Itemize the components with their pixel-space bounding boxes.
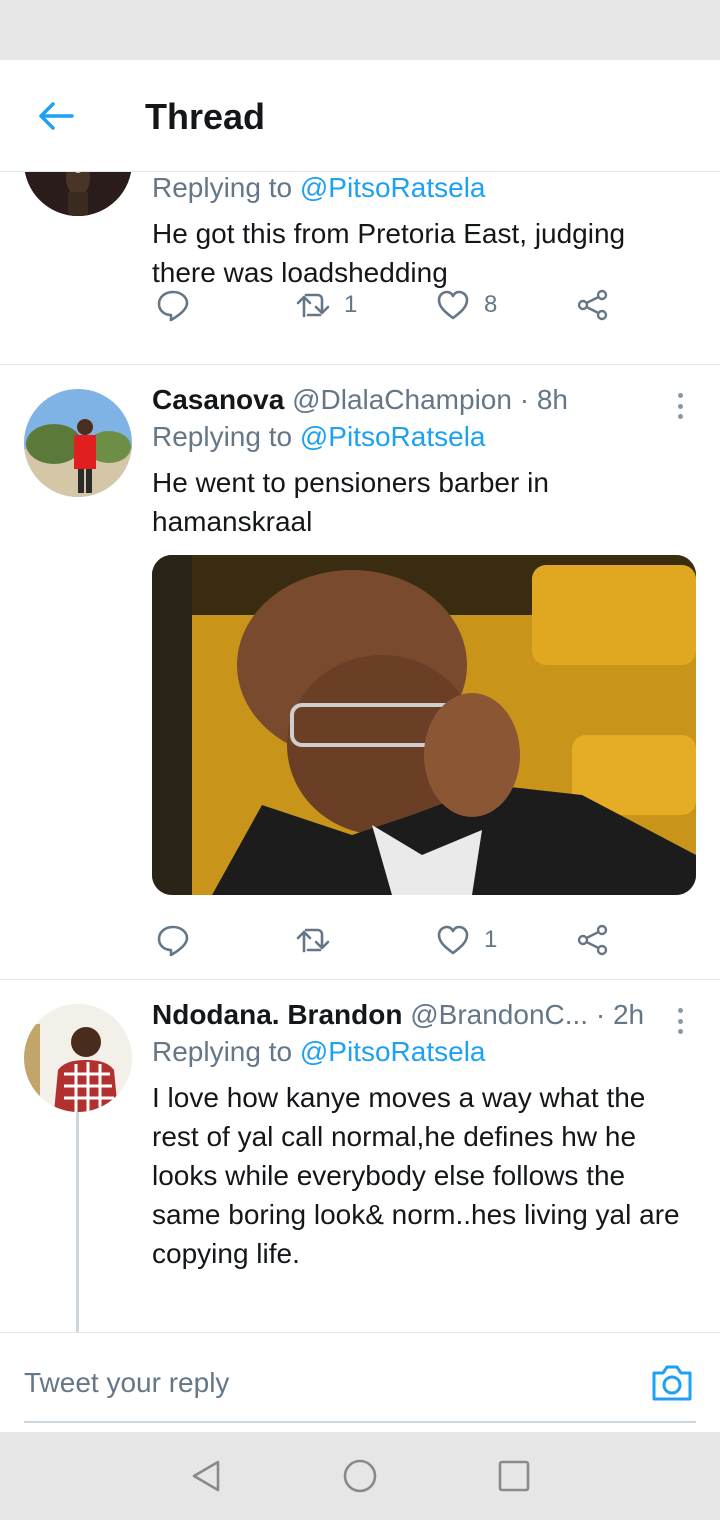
- share-button[interactable]: [576, 920, 610, 960]
- share-icon: [577, 924, 608, 956]
- retweet-icon: [296, 928, 330, 953]
- mention-link[interactable]: @PitsoRatsela: [300, 172, 486, 203]
- camera-icon: [652, 1365, 692, 1401]
- display-name[interactable]: Ndodana. Brandon: [152, 999, 402, 1030]
- tweet[interactable]: Ndodana. Brandon @BrandonC... · 2h Reply…: [0, 980, 720, 1332]
- retweet-count: 1: [344, 291, 358, 318]
- system-nav-bar: [0, 1432, 720, 1520]
- tweet-actions: 1: [152, 920, 632, 960]
- replying-to: Replying to @PitsoRatsela: [152, 421, 486, 452]
- nav-home-icon: [343, 1459, 377, 1493]
- tweet-header: Casanova @DlalaChampion · 8h: [152, 383, 696, 417]
- username[interactable]: @DlalaChampion: [292, 384, 512, 415]
- retweet-icon: [296, 293, 330, 318]
- replying-to: Replying to @PitsoRatsela: [152, 1036, 486, 1067]
- page-title: Thread: [145, 96, 266, 137]
- retweet-button[interactable]: 1: [296, 285, 357, 325]
- thread-feed[interactable]: Replying to @PitsoRatsela He got this fr…: [0, 172, 720, 1332]
- avatar-image: [24, 1004, 132, 1112]
- back-arrow-icon: [39, 102, 74, 130]
- thread-connector-line: [76, 1112, 79, 1332]
- tweet-text: He got this from Pretoria East, judging …: [152, 218, 626, 288]
- replying-to: Replying to @PitsoRatsela: [152, 172, 486, 203]
- share-button[interactable]: [576, 285, 610, 325]
- avatar[interactable]: [24, 389, 132, 497]
- back-button[interactable]: [30, 90, 82, 142]
- reply-icon: [157, 290, 189, 322]
- nav-home-button[interactable]: [342, 1458, 378, 1494]
- like-icon: [437, 290, 469, 320]
- tweet-text: I love how kanye moves a way what the re…: [152, 1082, 680, 1269]
- mention-link[interactable]: @PitsoRatsela: [300, 1036, 486, 1067]
- tweet-text: He went to pensioners barber in hamanskr…: [152, 467, 549, 537]
- input-underline: [24, 1421, 696, 1423]
- tweet[interactable]: Casanova @DlalaChampion · 8h Replying to…: [0, 365, 720, 980]
- header: Thread: [0, 60, 720, 172]
- reply-icon: [157, 925, 189, 957]
- status-bar: [0, 0, 720, 60]
- nav-recents-icon: [498, 1460, 530, 1492]
- display-name[interactable]: Casanova: [152, 384, 284, 415]
- avatar[interactable]: [24, 1004, 132, 1112]
- nav-recents-button[interactable]: [496, 1458, 532, 1494]
- reply-composer: Tweet your reply: [0, 1332, 720, 1432]
- tweet[interactable]: Replying to @PitsoRatsela He got this fr…: [0, 172, 720, 365]
- like-count: 8: [484, 291, 498, 318]
- like-button[interactable]: 8: [436, 285, 497, 325]
- nav-back-button[interactable]: [188, 1458, 224, 1494]
- avatar-image: [24, 389, 132, 497]
- tweet-header: Ndodana. Brandon @BrandonC... · 2h: [152, 998, 696, 1032]
- reply-button[interactable]: [156, 285, 190, 325]
- timestamp: · 8h: [519, 384, 568, 415]
- nav-back-icon: [192, 1460, 220, 1492]
- avatar[interactable]: [24, 172, 132, 216]
- retweet-button[interactable]: [296, 920, 330, 960]
- reply-input[interactable]: Tweet your reply: [24, 1367, 229, 1399]
- tweet-photo: [152, 555, 696, 895]
- timestamp: · 2h: [595, 999, 645, 1030]
- like-icon: [437, 925, 469, 955]
- username[interactable]: @BrandonC...: [410, 999, 588, 1030]
- reply-button[interactable]: [156, 920, 190, 960]
- camera-button[interactable]: [650, 1363, 694, 1403]
- mention-link[interactable]: @PitsoRatsela: [300, 421, 486, 452]
- tweet-actions: 1 8: [152, 285, 632, 325]
- tweet-image[interactable]: [152, 555, 696, 895]
- like-button[interactable]: 1: [436, 920, 497, 960]
- share-icon: [577, 289, 608, 321]
- like-count: 1: [484, 926, 498, 953]
- avatar-image: [24, 172, 132, 216]
